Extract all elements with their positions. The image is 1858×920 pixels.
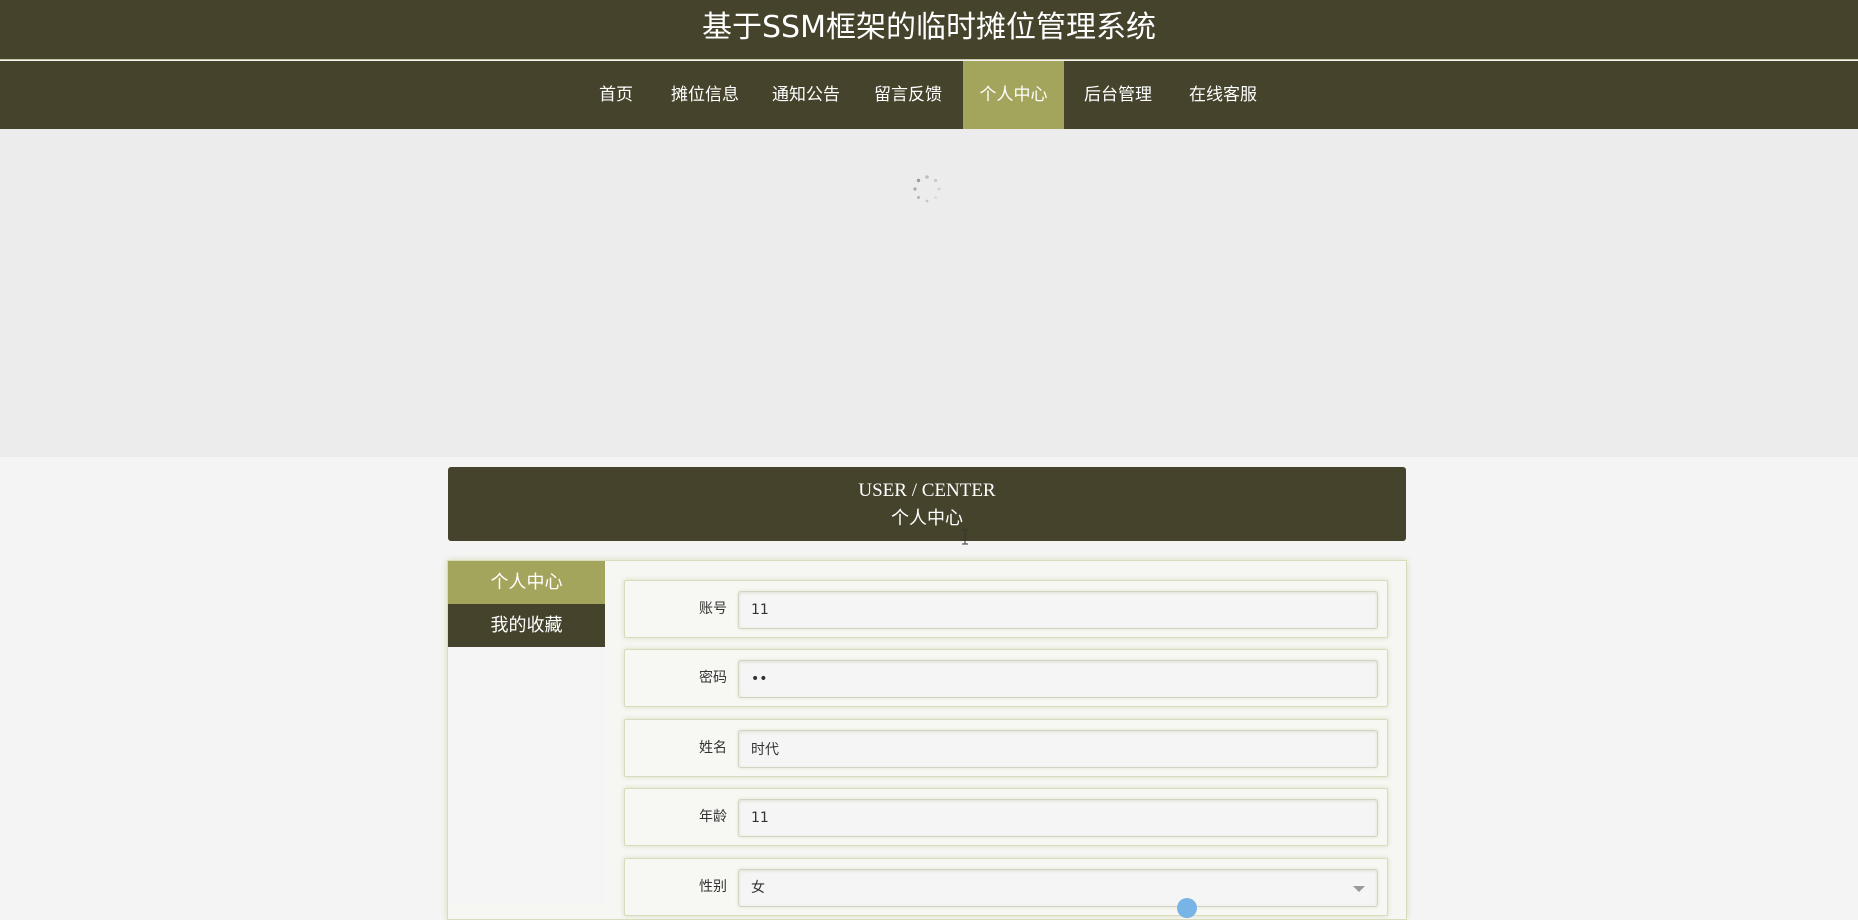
form-row-name: 姓名 (624, 719, 1388, 777)
nav-stall-info[interactable]: 摊位信息 (663, 61, 747, 129)
nav-online-service[interactable]: 在线客服 (1181, 61, 1265, 129)
account-input[interactable] (738, 591, 1378, 629)
side-item-personal-center[interactable]: 个人中心 (448, 561, 605, 604)
nav-notices[interactable]: 通知公告 (764, 61, 848, 129)
form-row-account: 账号 (624, 580, 1388, 638)
floating-action-icon[interactable] (1177, 898, 1197, 918)
main-nav: 首页 摊位信息 通知公告 留言反馈 个人中心 后台管理 在线客服 (0, 61, 1858, 129)
section-title-box: USER / CENTER 个人中心 (448, 467, 1406, 541)
site-title: 基于SSM框架的临时摊位管理系统 (702, 10, 1156, 45)
nav-personal-center[interactable]: 个人中心 (963, 61, 1064, 129)
section-title-cn: 个人中心 (891, 508, 963, 529)
account-label: 账号 (699, 601, 727, 617)
password-label: 密码 (699, 670, 727, 686)
name-label: 姓名 (699, 740, 727, 756)
gender-selected-value: 女 (751, 880, 765, 896)
side-item-favorites[interactable]: 我的收藏 (448, 604, 605, 647)
loading-spinner-icon (913, 175, 941, 203)
side-menu: 个人中心 我的收藏 (448, 561, 605, 904)
nav-feedback[interactable]: 留言反馈 (866, 61, 950, 129)
gender-select[interactable]: 女 (738, 869, 1378, 907)
text-cursor-icon (962, 529, 968, 545)
password-input[interactable] (738, 660, 1378, 698)
age-label: 年龄 (699, 809, 727, 825)
section-title-en: USER / CENTER (858, 480, 996, 501)
nav-admin[interactable]: 后台管理 (1076, 61, 1160, 129)
age-input[interactable] (738, 799, 1378, 837)
form-row-gender: 性别 女 (624, 858, 1388, 916)
chevron-down-icon (1353, 886, 1365, 892)
gender-label: 性别 (699, 879, 727, 895)
name-input[interactable] (738, 730, 1378, 768)
form-row-age: 年龄 (624, 788, 1388, 846)
nav-home[interactable]: 首页 (586, 61, 646, 129)
top-header: 基于SSM框架的临时摊位管理系统 (0, 0, 1858, 60)
form-row-password: 密码 (624, 649, 1388, 707)
